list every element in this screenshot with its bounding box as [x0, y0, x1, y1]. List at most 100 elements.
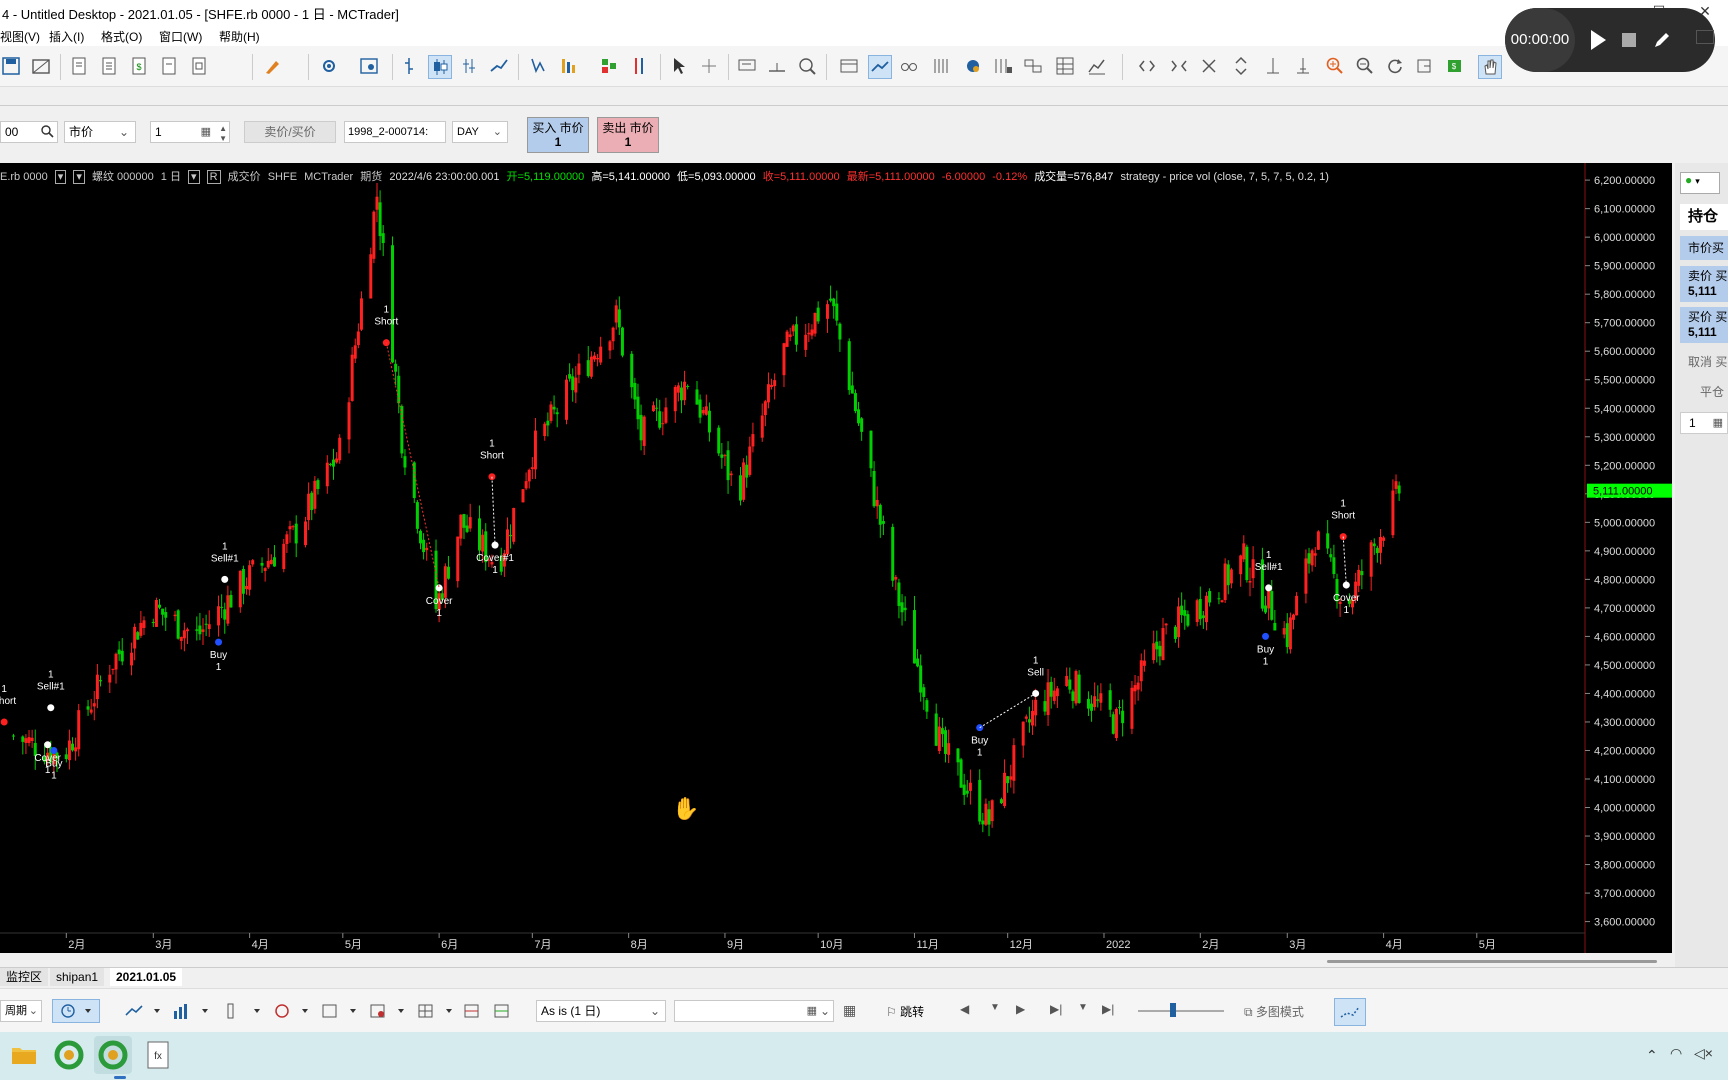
grid-icon[interactable] [462, 1001, 482, 1021]
menu-help[interactable]: 帮助(H) [219, 28, 260, 45]
crosshair-icon[interactable] [698, 55, 720, 77]
auto-trade-icon[interactable]: $ [1444, 55, 1466, 77]
quantity-stepper[interactable]: 1 ▦ ▲ ▼ [150, 121, 230, 143]
play-icon[interactable] [1591, 30, 1606, 50]
restore-window-icon[interactable] [1696, 30, 1714, 44]
resolution-select[interactable]: As is (1 日) ⌄ [536, 1000, 666, 1022]
mctrader-active-icon[interactable] [94, 1036, 132, 1074]
account-select[interactable]: 1998_2-000714: [344, 121, 446, 143]
menu-view[interactable]: 视图(V) [0, 28, 40, 45]
pattern-icon[interactable] [1022, 55, 1044, 77]
panel-qty-field[interactable]: 1 ▦ [1680, 412, 1728, 434]
date-picker[interactable]: ▦ ⌄ [674, 1000, 834, 1022]
dollar-document-icon[interactable]: $ [128, 55, 150, 77]
document-icon[interactable] [98, 55, 120, 77]
calendar-icon[interactable]: ▦ [843, 1002, 863, 1022]
document-icon[interactable] [68, 55, 90, 77]
indicator-insert-icon[interactable] [124, 1001, 164, 1021]
collapse-icon[interactable] [1198, 55, 1220, 77]
data-window-icon[interactable] [838, 55, 860, 77]
duration-select[interactable]: DAY ⌄ [452, 121, 508, 143]
grid-icon[interactable] [1054, 55, 1076, 77]
tab-shipan1[interactable]: shipan1 [50, 968, 105, 986]
bar-insert-icon[interactable] [224, 1001, 264, 1021]
document-icon[interactable] [188, 55, 210, 77]
hand-pan-icon[interactable] [1478, 55, 1502, 79]
dropdown-icon[interactable]: ▾ [188, 170, 200, 184]
candlestick-icon[interactable] [428, 55, 452, 79]
formula-editor-icon[interactable]: fx [146, 1040, 170, 1070]
zoom-out-horizontal-icon[interactable] [1136, 55, 1158, 77]
sell-market-button[interactable]: 卖出 市价 1 [597, 117, 659, 153]
first-bar-icon[interactable]: ◀ [960, 1002, 969, 1016]
chart-settings-icon[interactable] [358, 55, 380, 77]
wifi-icon[interactable]: ◠ [1670, 1045, 1682, 1062]
volume-insert-icon[interactable] [172, 1001, 212, 1021]
window-insert-icon[interactable] [368, 1001, 408, 1021]
volume-icon[interactable]: ◁× [1694, 1045, 1713, 1062]
chevron-down-icon[interactable]: ▼ [990, 1002, 1000, 1013]
anchor-icon[interactable] [1262, 55, 1284, 77]
price-type-select[interactable]: 市价 ⌄ [64, 121, 136, 143]
dropdown-icon[interactable]: ▾ [73, 170, 85, 184]
anchor-icon[interactable] [1292, 55, 1314, 77]
play-forward-icon[interactable]: ▶| [1050, 1002, 1062, 1016]
multi-chart-button[interactable]: ⧉ 多图模式 [1244, 1002, 1304, 1022]
gann-icon[interactable] [962, 55, 984, 77]
stop-icon[interactable] [1622, 33, 1636, 47]
chevron-down-icon[interactable]: ▼ [1078, 1002, 1088, 1013]
mctrader-icon[interactable] [54, 1040, 84, 1070]
new-window-icon[interactable] [30, 55, 52, 77]
zoom-out-icon[interactable] [1354, 55, 1376, 77]
market-buy-button[interactable]: 市价买 [1680, 236, 1728, 260]
auto-scroll-icon[interactable] [1414, 55, 1436, 77]
zoom-slider-thumb[interactable] [1170, 1003, 1176, 1017]
comment-icon[interactable] [736, 55, 758, 77]
step-forward-icon[interactable]: ▶ [1016, 1002, 1025, 1016]
tab-monitor[interactable]: 监控区 [0, 968, 49, 986]
cancel-buy-button[interactable]: 取消 买 [1680, 350, 1728, 374]
last-bar-icon[interactable]: ▶| [1102, 1002, 1114, 1016]
menu-format[interactable]: 格式(O) [101, 28, 142, 45]
menu-insert[interactable]: 插入(I) [49, 28, 84, 45]
menu-window[interactable]: 窗口(W) [159, 28, 202, 45]
ohlc-icon[interactable] [458, 55, 480, 77]
pointer-icon[interactable] [668, 55, 690, 77]
trade-bar-icon[interactable] [598, 55, 620, 77]
grid-insert-icon[interactable] [416, 1001, 456, 1021]
grid-icon[interactable] [492, 1001, 512, 1021]
window-insert-icon[interactable] [320, 1001, 360, 1021]
bid-buy-button[interactable]: 买价 买 5,111 [1680, 307, 1728, 343]
zoom-slider[interactable] [1138, 1010, 1224, 1012]
account-status-select[interactable]: ● ▾ [1680, 172, 1720, 194]
search-icon[interactable] [40, 124, 54, 138]
period-select[interactable]: 周期 ⌄ [0, 1000, 42, 1022]
jump-button[interactable]: ⚐ 跳转 [886, 1002, 924, 1022]
indicator-icon[interactable] [528, 55, 550, 77]
fib-icon[interactable] [992, 55, 1014, 77]
zoom-in-icon[interactable] [1324, 55, 1346, 77]
volume-profile-icon[interactable] [558, 55, 580, 77]
flatten-button[interactable]: 平仓 [1680, 380, 1728, 404]
bars-icon[interactable] [930, 55, 952, 77]
refresh-icon[interactable] [1384, 55, 1406, 77]
alert-icon[interactable] [272, 1001, 312, 1021]
vertical-zoom-icon[interactable] [1230, 55, 1252, 77]
strategy-settings-icon[interactable] [318, 55, 340, 77]
glasses-icon[interactable] [898, 55, 920, 77]
buy-market-button[interactable]: 买入 市价 1 [527, 117, 589, 153]
tab-active-desktop[interactable]: 2021.01.05 [110, 968, 183, 986]
chevron-up-icon[interactable]: ⌃ [1646, 1047, 1658, 1064]
save-icon[interactable] [0, 55, 22, 77]
drawing-mode-icon[interactable] [1334, 998, 1366, 1026]
folder-icon[interactable] [10, 1042, 38, 1066]
refresh-mini-icon[interactable]: R [206, 170, 221, 184]
dropdown-icon[interactable]: ▾ [54, 170, 67, 184]
pen-color-icon[interactable] [262, 55, 294, 77]
bid-ask-toggle[interactable]: 卖价/买价 [244, 121, 336, 143]
order-arrows-icon[interactable] [628, 55, 650, 77]
line-chart-icon[interactable] [488, 55, 510, 77]
trend-line-icon[interactable] [868, 55, 892, 79]
document-icon[interactable] [158, 55, 180, 77]
zoom-box-icon[interactable] [796, 55, 818, 77]
